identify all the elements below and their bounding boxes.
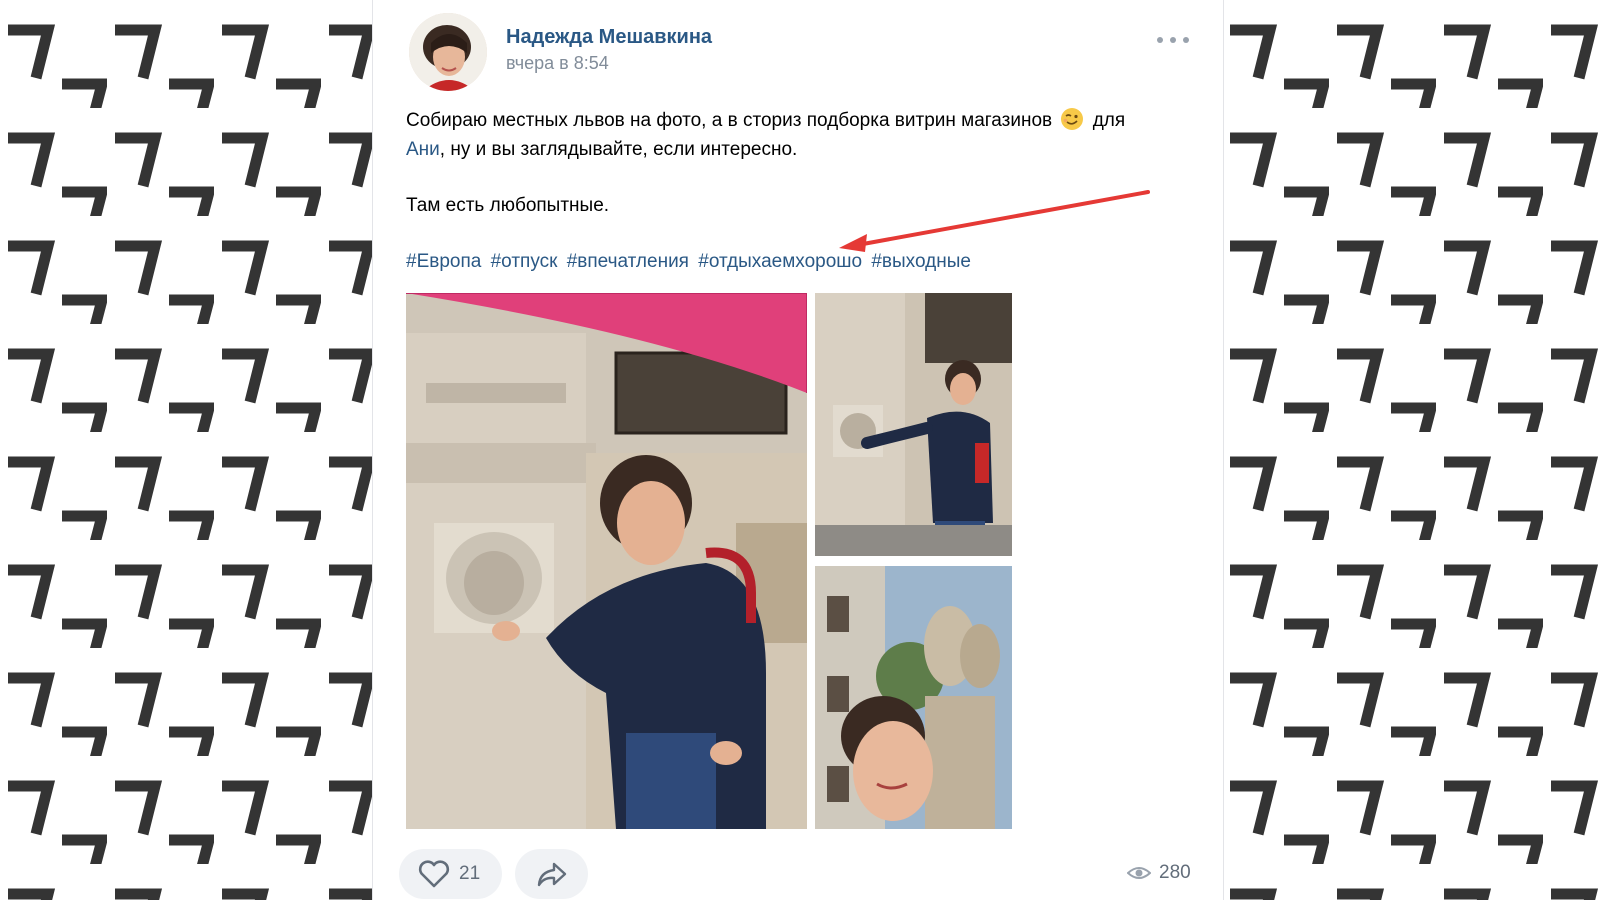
watermark-background-right bbox=[1222, 0, 1600, 900]
share-arrow-icon bbox=[537, 862, 566, 887]
like-button[interactable]: 21 bbox=[399, 849, 502, 899]
more-dot-icon bbox=[1183, 37, 1189, 43]
avatar[interactable] bbox=[409, 13, 487, 91]
hashtag-link[interactable]: #впечатления bbox=[567, 251, 689, 272]
watermark-background-left bbox=[0, 0, 372, 900]
post-text: Собираю местных львов на фото, а в стори… bbox=[406, 106, 1166, 276]
like-count: 21 bbox=[459, 863, 481, 884]
winking-face-icon bbox=[1060, 107, 1084, 131]
mention-link[interactable]: Ани bbox=[406, 139, 440, 160]
hashtag-link[interactable]: #выходные bbox=[871, 251, 971, 272]
photo-woman-with-lion-relief[interactable] bbox=[406, 293, 807, 829]
photo-woman-pointing-at-lion[interactable] bbox=[815, 293, 1012, 556]
post-text-segment: для bbox=[1092, 110, 1126, 131]
watermark-pattern bbox=[0, 0, 372, 900]
more-dot-icon bbox=[1170, 37, 1176, 43]
post-text-segment: Собираю местных львов на фото, а в стори… bbox=[406, 110, 1053, 131]
hashtag-list: #Европа #отпуск #впечатления #отдыхаемхо… bbox=[406, 247, 1166, 276]
post-card: Надежда Мешавкина вчера в 8:54 Собираю м… bbox=[372, 0, 1224, 900]
heart-icon bbox=[418, 860, 450, 888]
more-options-button[interactable] bbox=[1157, 33, 1189, 47]
hashtag-link[interactable]: #Европа bbox=[406, 251, 481, 272]
views-count: 280 bbox=[1159, 862, 1191, 883]
post-paragraph-2: Там есть любопытные. bbox=[406, 195, 610, 216]
more-dot-icon bbox=[1157, 37, 1163, 43]
author-name[interactable]: Надежда Мешавкина bbox=[506, 26, 712, 49]
eye-icon bbox=[1127, 867, 1151, 879]
watermark-pattern bbox=[1222, 0, 1600, 900]
post-text-segment: , ну и вы заглядывайте, если интересно. bbox=[439, 139, 798, 160]
photo-selfie-with-lion-statue[interactable] bbox=[815, 566, 1012, 829]
hashtag-link[interactable]: #отдыхаемхорошо bbox=[698, 251, 862, 272]
post-timestamp[interactable]: вчера в 8:54 bbox=[506, 53, 609, 74]
hashtag-link[interactable]: #отпуск bbox=[491, 251, 558, 272]
post-paragraph-1: Собираю местных львов на фото, а в стори… bbox=[406, 106, 1166, 164]
views-counter: 280 bbox=[1127, 862, 1191, 884]
avatar-photo bbox=[409, 13, 487, 91]
share-button[interactable] bbox=[515, 849, 588, 899]
